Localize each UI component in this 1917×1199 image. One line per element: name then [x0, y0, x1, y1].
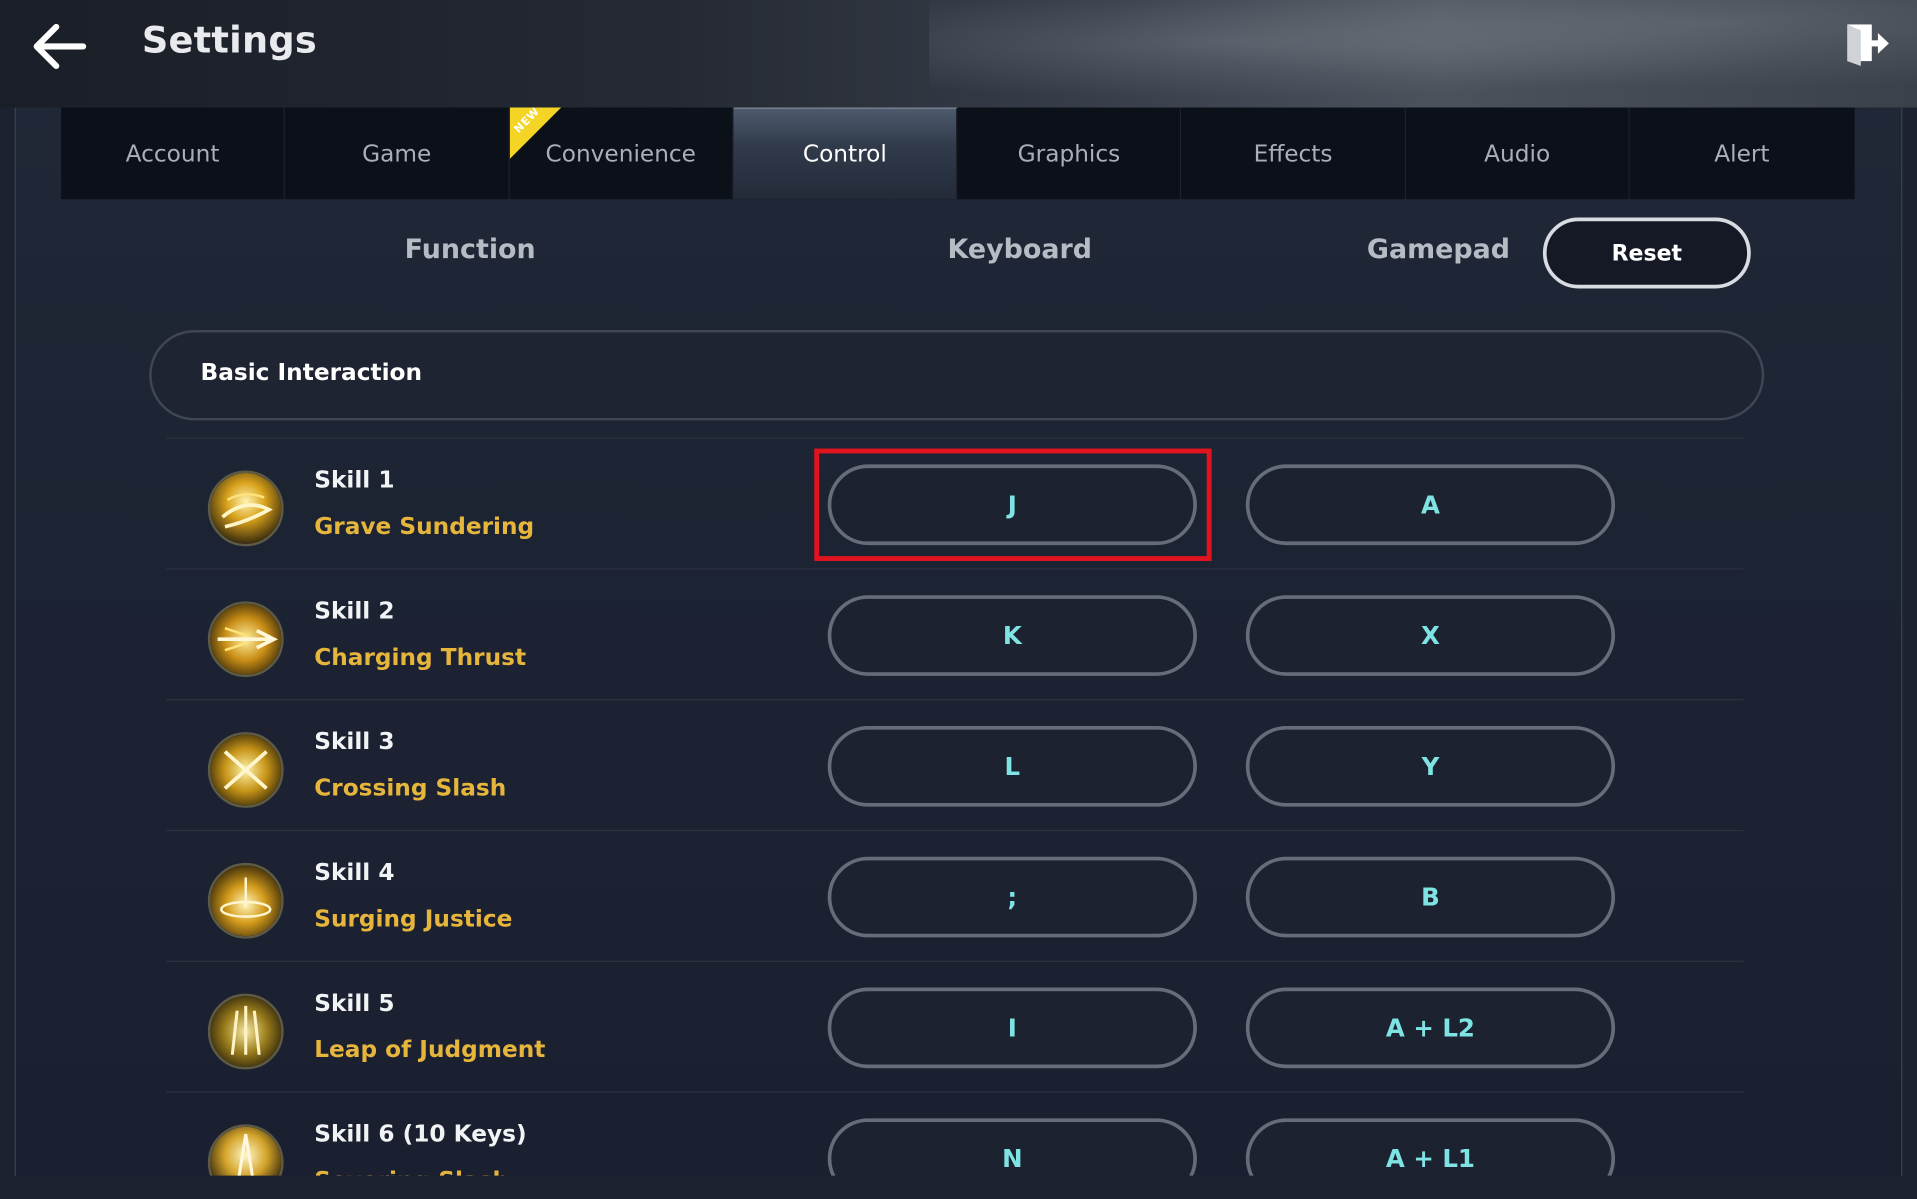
skill-thrust-icon [210, 603, 282, 675]
skill-icon [207, 862, 284, 939]
skill-subtitle: Charging Thrust [314, 644, 527, 671]
keyboard-binding-button[interactable]: J [827, 464, 1197, 546]
subtab-gamepad[interactable]: Gamepad [1367, 235, 1510, 266]
keyboard-binding-button[interactable]: ; [827, 856, 1197, 938]
keyboard-binding-button[interactable]: L [827, 725, 1197, 807]
skill-icon [207, 1124, 284, 1176]
tab-control[interactable]: Control [733, 107, 958, 200]
tab-label: Audio [1484, 139, 1551, 167]
skill-name: Skill 2 [314, 597, 395, 625]
gamepad-binding-button[interactable]: B [1245, 856, 1616, 938]
gamepad-binding-button[interactable]: Y [1245, 725, 1616, 807]
tab-label: Control [802, 140, 887, 168]
skill-name: Skill 3 [314, 728, 395, 756]
subtab-keyboard[interactable]: Keyboard [948, 235, 1093, 266]
page-title: Settings [141, 19, 317, 63]
exit-button[interactable] [1844, 20, 1893, 69]
skill-list: Skill 1 Grave Sundering J A Skill 2 Char… [166, 437, 1744, 1176]
gamepad-binding-button[interactable]: A + L1 [1245, 1118, 1616, 1176]
skill-name: Skill 5 [314, 989, 395, 1017]
skill-burst-icon [210, 865, 282, 937]
skill-row: Skill 5 Leap of Judgment I A + L2 [166, 960, 1744, 1092]
back-button[interactable] [27, 17, 91, 76]
list-bottom-edge [0, 1175, 1917, 1199]
reset-button[interactable]: Reset [1542, 217, 1751, 289]
skill-row: Skill 4 Surging Justice ; B [166, 829, 1744, 961]
tab-label: Alert [1714, 139, 1770, 167]
header-bar: Settings [0, 0, 1917, 108]
tab-bar: Account Game NEW Convenience Control Gra… [61, 107, 1855, 200]
keyboard-binding-button[interactable]: I [827, 987, 1197, 1069]
skill-icon [207, 601, 284, 678]
subtab-function[interactable]: Function [405, 235, 536, 266]
skill-slash-icon [210, 734, 282, 806]
tab-effects[interactable]: Effects [1182, 107, 1406, 200]
settings-screen: Settings Account Game NEW Convenience Co… [0, 0, 1917, 1199]
tab-label: Effects [1253, 139, 1333, 167]
keyboard-binding-button[interactable]: N [827, 1118, 1197, 1176]
gamepad-binding-button[interactable]: A [1245, 464, 1616, 546]
tab-account[interactable]: Account [61, 107, 286, 200]
tab-label: Game [362, 139, 432, 167]
keyboard-binding-button[interactable]: K [827, 595, 1197, 676]
exit-door-icon [1847, 24, 1889, 66]
tab-game[interactable]: Game [285, 107, 510, 200]
skill-icon [207, 993, 284, 1070]
skill-leap-icon [210, 996, 282, 1067]
tab-audio[interactable]: Audio [1406, 107, 1630, 200]
skill-row: Skill 6 (10 Keys) Severing Slash N A + L… [166, 1091, 1744, 1176]
arrow-left-icon [33, 23, 87, 70]
tab-label: Account [125, 139, 220, 167]
tab-convenience[interactable]: NEW Convenience [509, 107, 734, 200]
skill-name: Skill 6 (10 Keys) [314, 1120, 527, 1148]
skill-subtitle: Leap of Judgment [314, 1036, 546, 1064]
tab-alert[interactable]: Alert [1630, 108, 1854, 200]
skill-subtitle: Surging Justice [314, 905, 513, 933]
tab-graphics[interactable]: Graphics [958, 107, 1182, 200]
skill-row: Skill 3 Crossing Slash L Y [166, 699, 1744, 830]
skill-icon [207, 732, 284, 808]
skill-row: Skill 2 Charging Thrust K X [166, 568, 1744, 699]
skill-name: Skill 4 [314, 859, 395, 887]
skill-sever-icon [210, 1126, 282, 1176]
tab-label: Graphics [1017, 139, 1121, 167]
section-header-basic-interaction[interactable]: Basic Interaction [149, 329, 1765, 421]
gamepad-binding-button[interactable]: A + L2 [1245, 987, 1616, 1069]
skill-swirl-icon [210, 473, 282, 544]
skill-subtitle: Crossing Slash [314, 774, 507, 802]
skill-subtitle: Grave Sundering [314, 513, 535, 541]
skill-row: Skill 1 Grave Sundering J A [166, 437, 1744, 569]
section-title: Basic Interaction [200, 359, 423, 387]
skill-icon [207, 470, 284, 547]
gamepad-binding-button[interactable]: X [1245, 595, 1616, 676]
tab-label: Convenience [545, 139, 696, 167]
skill-subtitle: Severing Slash [314, 1167, 509, 1176]
skill-name: Skill 1 [314, 466, 395, 494]
